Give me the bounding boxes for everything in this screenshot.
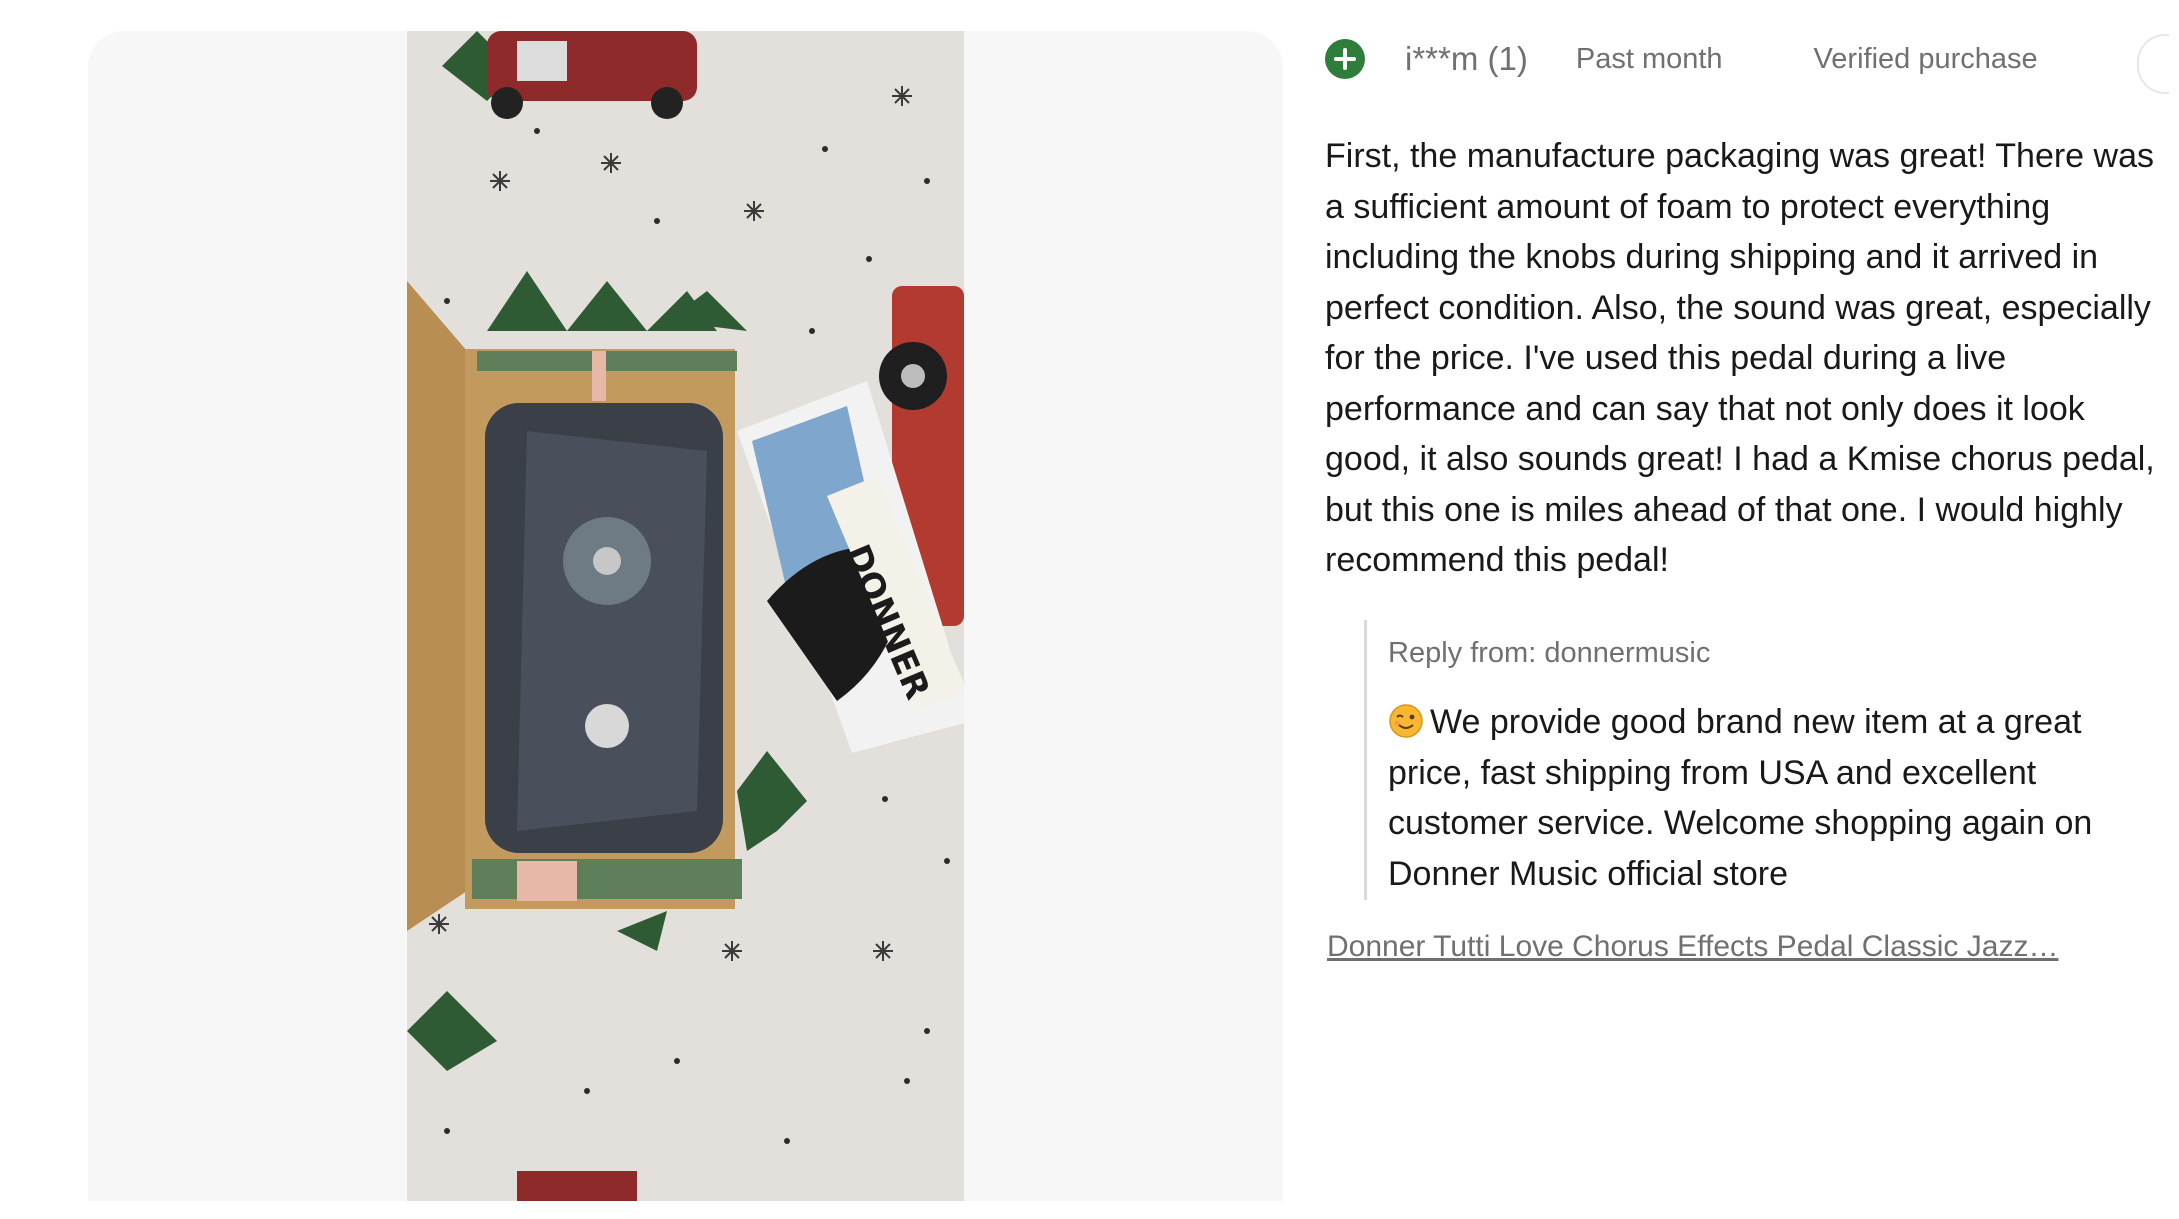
reply-label: Reply from: donnermusic xyxy=(1388,637,1711,669)
next-review-button[interactable] xyxy=(2137,34,2169,94)
review-date: Past month xyxy=(1575,42,1723,75)
product-photo-icon: DONNER xyxy=(407,31,964,1201)
review-body: First, the manufacture packaging was gre… xyxy=(1325,137,2155,579)
plus-icon[interactable] xyxy=(1325,39,1365,79)
reply-text: We provide good brand new item at a grea… xyxy=(1388,703,2093,893)
review-page: DONNER i***m (1) Past month Verified pur… xyxy=(0,0,2179,1219)
product-link[interactable]: Donner Tutti Love Chorus Effects Pedal C… xyxy=(1327,930,2058,964)
verified-purchase-badge: Verified purchase xyxy=(1813,42,2038,75)
review-media-panel: DONNER xyxy=(88,31,1283,1201)
reviewer-name[interactable]: i***m (1) xyxy=(1405,40,1528,78)
reply-body: We provide good brand new item at a grea… xyxy=(1388,697,2148,899)
seller-reply: Reply from: donnermusic We provide good … xyxy=(1364,620,2154,900)
review-header: i***m (1) Past month Verified purchase xyxy=(1325,30,2169,94)
review-photo[interactable]: DONNER xyxy=(407,31,964,1201)
winking-face-icon xyxy=(1389,704,1423,738)
review-card: i***m (1) Past month Verified purchase F… xyxy=(1325,0,2169,1219)
